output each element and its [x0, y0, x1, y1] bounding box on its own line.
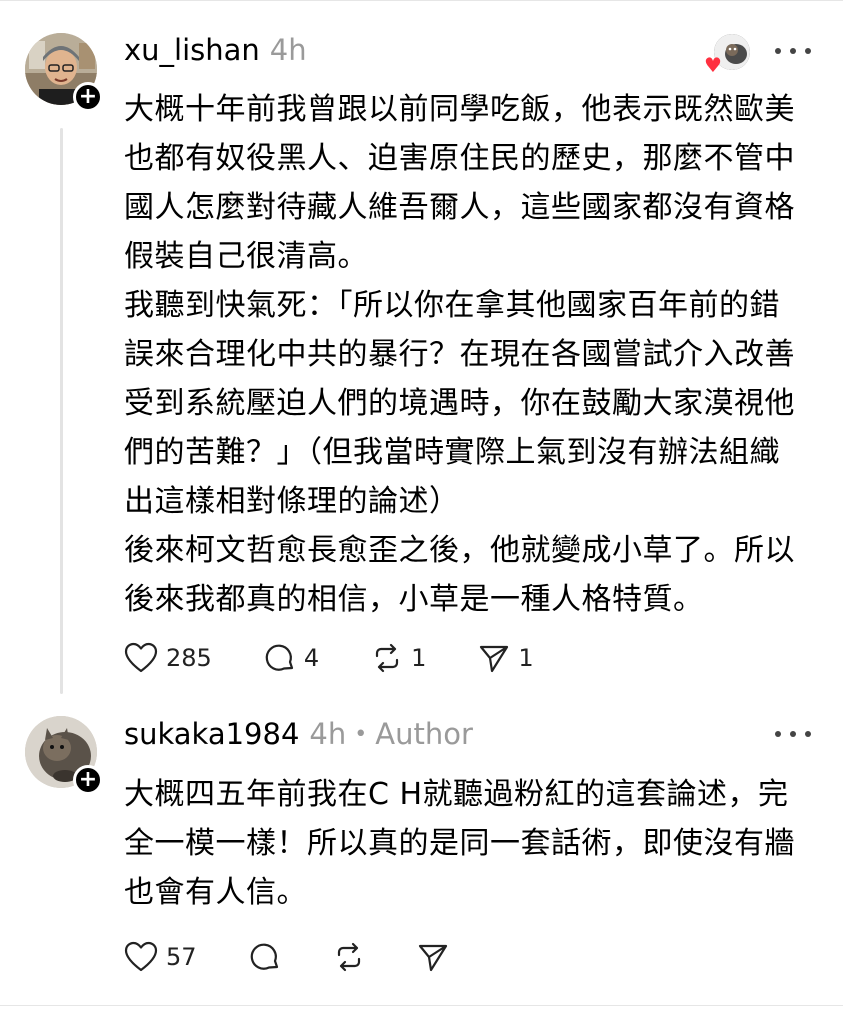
comment-count: 4 [303, 644, 320, 672]
more-dots-icon[interactable] [775, 724, 811, 744]
author-badge: Author [375, 717, 473, 751]
like-button[interactable]: 57 [124, 941, 197, 973]
share-count: 1 [518, 644, 534, 672]
repost-icon [337, 942, 360, 972]
timestamp: 4h [309, 717, 347, 751]
comment-bubble-icon [250, 943, 278, 970]
post-xu-lishan: + xu_lishan 4h ♥ 大概十年前我曾跟以前同學吃飯，他表示既然歐美 … [0, 0, 843, 700]
share-button[interactable]: 1 [478, 642, 534, 674]
like-count: 57 [166, 943, 197, 971]
repost-button[interactable]: 1 [371, 642, 426, 674]
heart-icon [124, 941, 158, 972]
follow-plus-icon[interactable]: + [73, 82, 103, 112]
comment-bubble-icon [265, 644, 293, 671]
send-icon [418, 944, 447, 972]
post-sukaka1984: + sukaka1984 4h • Author 大概四五年前我在C H就聽過粉… [0, 700, 843, 1010]
bottom-divider [0, 1005, 843, 1006]
share-button[interactable] [417, 941, 449, 973]
repost-button[interactable] [333, 941, 365, 973]
post-header: xu_lishan 4h [124, 30, 307, 70]
action-bar: 57 [124, 935, 479, 979]
timestamp: 4h [269, 33, 307, 67]
follow-plus-icon[interactable]: + [73, 765, 103, 795]
heart-icon [124, 642, 158, 673]
username[interactable]: sukaka1984 [124, 717, 299, 751]
post-body: 大概十年前我曾跟以前同學吃飯，他表示既然歐美 也都有奴役黑人、迫害原住民的歷史，… [124, 92, 795, 617]
username[interactable]: xu_lishan [124, 33, 260, 67]
comment-button[interactable] [249, 941, 281, 973]
action-bar: 285 4 1 1 [124, 636, 564, 680]
send-icon [480, 645, 509, 673]
like-count: 285 [166, 644, 212, 672]
thread-line [60, 128, 63, 694]
heart-badge-icon: ♥ [704, 53, 722, 77]
repost-icon [375, 643, 399, 673]
post-header: sukaka1984 4h • Author [124, 714, 473, 754]
separator-dot: • [354, 721, 368, 747]
repost-count: 1 [411, 644, 427, 672]
like-button[interactable]: 285 [124, 642, 212, 674]
post-body: 大概四五年前我在C H就聽過粉紅的這套論述，完 全一模一樣！所以真的是同一套話術… [124, 777, 795, 910]
comment-button[interactable]: 4 [264, 642, 319, 674]
more-dots-icon[interactable] [775, 41, 811, 61]
